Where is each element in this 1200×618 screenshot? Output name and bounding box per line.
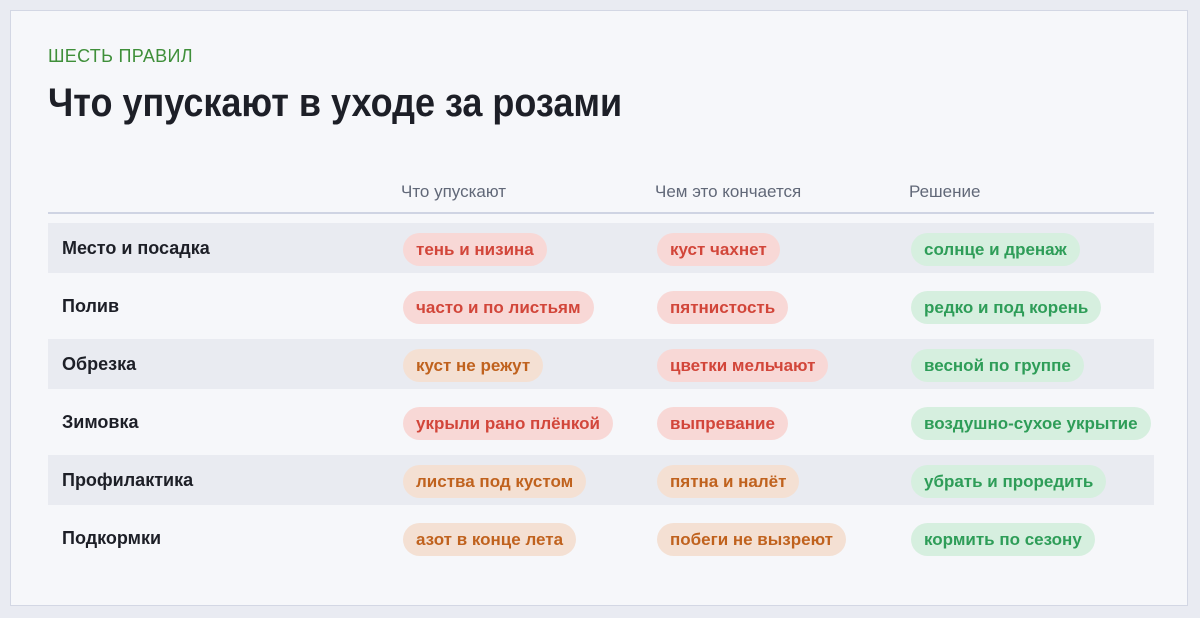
mistake-pill: тень и низина bbox=[403, 233, 547, 266]
table-row-place: Место и посадка тень и низина куст чахне… bbox=[48, 223, 1154, 273]
result-pill: цветки мельчают bbox=[657, 349, 829, 382]
result-pill: пятнистость bbox=[657, 291, 789, 324]
fix-pill: солнце и дренаж bbox=[911, 233, 1080, 266]
table-row-watering: Полив часто и по листьям пятнистость ред… bbox=[48, 281, 1154, 331]
row-label: Полив bbox=[62, 296, 120, 316]
fix-pill: весной по группе bbox=[911, 349, 1084, 382]
row-label: Подкормки bbox=[62, 528, 162, 548]
fix-pill: убрать и проредить bbox=[911, 465, 1107, 498]
fix-pill: воздушно-сухое укрытие bbox=[911, 407, 1151, 440]
column-header-mistake: Что упускают bbox=[401, 182, 507, 201]
result-pill: куст чахнет bbox=[657, 233, 780, 266]
table-row-feeding: Подкормки азот в конце лета побеги не вы… bbox=[48, 513, 1154, 563]
mistake-pill: укрыли рано плёнкой bbox=[403, 407, 613, 440]
mistake-pill: листва под кустом bbox=[403, 465, 587, 498]
row-label: Обрезка bbox=[62, 354, 137, 374]
page-title: Что упускают в уходе за розами bbox=[48, 81, 623, 125]
row-label: Зимовка bbox=[62, 412, 139, 432]
fix-pill: редко и под корень bbox=[911, 291, 1102, 324]
column-header-result: Чем это кончается bbox=[655, 182, 802, 201]
table-row-wintering: Зимовка укрыли рано плёнкой выпревание в… bbox=[48, 397, 1154, 447]
mistake-pill: азот в конце лета bbox=[403, 523, 577, 556]
header-divider bbox=[48, 212, 1154, 214]
result-pill: выпревание bbox=[657, 407, 788, 440]
row-label: Профилактика bbox=[62, 470, 194, 490]
table-row-prevention: Профилактика листва под кустом пятна и н… bbox=[48, 455, 1154, 505]
fix-pill: кормить по сезону bbox=[911, 523, 1095, 556]
result-pill: побеги не вызреют bbox=[657, 523, 846, 556]
rose-care-card: ШЕСТЬ ПРАВИЛ Что упускают в уходе за роз… bbox=[10, 10, 1188, 606]
result-pill: пятна и налёт bbox=[657, 465, 800, 498]
mistake-pill: куст не режут bbox=[403, 349, 544, 382]
table-row-pruning: Обрезка куст не режут цветки мельчают ве… bbox=[48, 339, 1154, 389]
eyebrow-label: ШЕСТЬ ПРАВИЛ bbox=[48, 46, 193, 66]
column-header-fix: Решение bbox=[909, 182, 981, 201]
mistake-pill: часто и по листьям bbox=[403, 291, 594, 324]
row-label: Место и посадка bbox=[62, 238, 210, 258]
